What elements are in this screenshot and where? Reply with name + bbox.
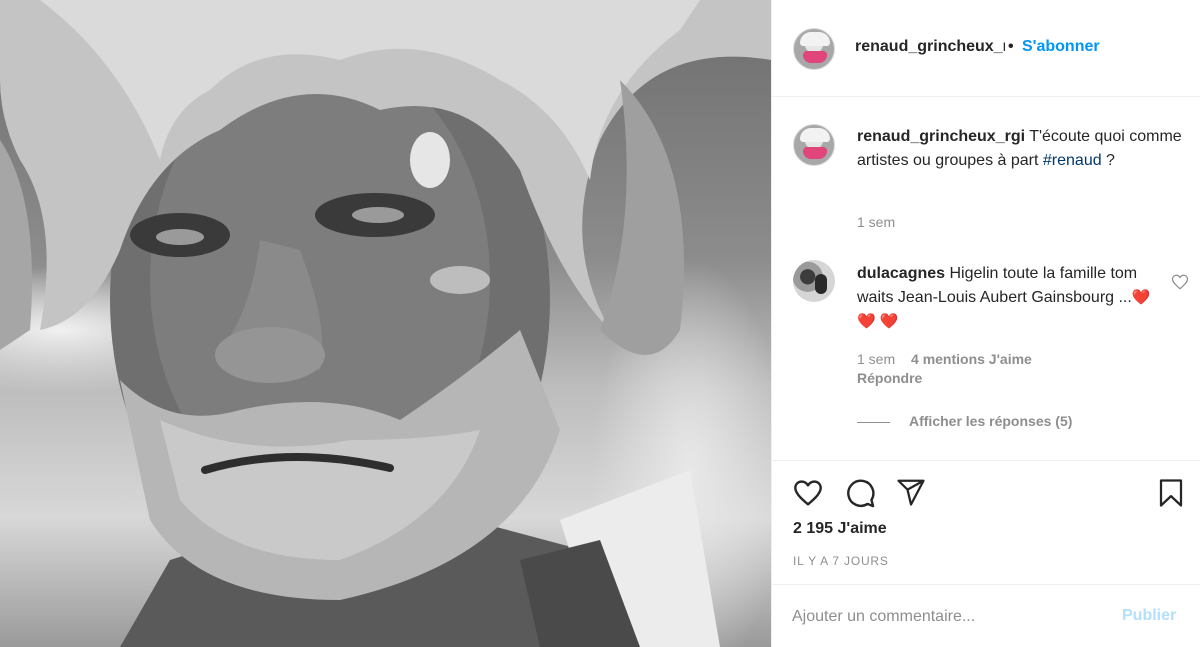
author-username[interactable]: renaud_grincheux_rgi <box>855 38 1005 56</box>
comment-username[interactable]: dulacagnes <box>857 265 945 282</box>
post-date[interactable]: IL Y A 7 JOURS <box>793 554 889 568</box>
follow-button[interactable]: S'abonner <box>1022 38 1100 56</box>
caption-avatar[interactable] <box>793 124 835 166</box>
comment-like-heart-icon[interactable] <box>1171 273 1189 291</box>
post-header: renaud_grincheux_rgi • S'abonner <box>772 0 1200 97</box>
comment-likes[interactable]: 4 mentions J'aime <box>911 351 1032 367</box>
comment: dulacagnes Higelin toute la famille tom … <box>857 262 1162 334</box>
caption-username[interactable]: renaud_grincheux_rgi <box>857 128 1025 145</box>
comment-icon[interactable] <box>844 477 876 509</box>
portrait-illustration <box>0 0 771 647</box>
caption: renaud_grincheux_rgi T'écoute quoi comme… <box>857 125 1182 173</box>
comment-meta: 1 sem 4 mentions J'aime <box>857 351 1032 367</box>
header-separator: • <box>1008 38 1014 55</box>
comments-section: renaud_grincheux_rgi T'écoute quoi comme… <box>772 98 1200 460</box>
action-bar: 2 195 J'aime IL Y A 7 JOURS <box>772 460 1200 584</box>
reply-button[interactable]: Répondre <box>857 370 922 386</box>
comment-input[interactable] <box>792 605 1092 629</box>
comment-timestamp[interactable]: 1 sem <box>857 351 895 367</box>
share-icon[interactable] <box>896 477 926 507</box>
add-comment-bar: Publier <box>772 584 1200 647</box>
bookmark-icon[interactable] <box>1156 477 1186 509</box>
heart-icon[interactable] <box>792 477 824 509</box>
caption-suffix: ? <box>1101 152 1115 169</box>
publish-button[interactable]: Publier <box>1122 607 1176 625</box>
like-count[interactable]: 2 195 J'aime <box>793 520 887 538</box>
view-replies-button[interactable]: Afficher les réponses (5) <box>909 413 1072 429</box>
author-avatar[interactable] <box>793 28 835 70</box>
caption-timestamp[interactable]: 1 sem <box>857 214 895 230</box>
post-photo[interactable] <box>0 0 771 647</box>
commenter-avatar[interactable] <box>793 260 835 302</box>
replies-divider <box>857 422 890 423</box>
post-details-panel: renaud_grincheux_rgi • S'abonner renaud_… <box>772 0 1200 647</box>
caption-hashtag[interactable]: #renaud <box>1043 152 1102 169</box>
